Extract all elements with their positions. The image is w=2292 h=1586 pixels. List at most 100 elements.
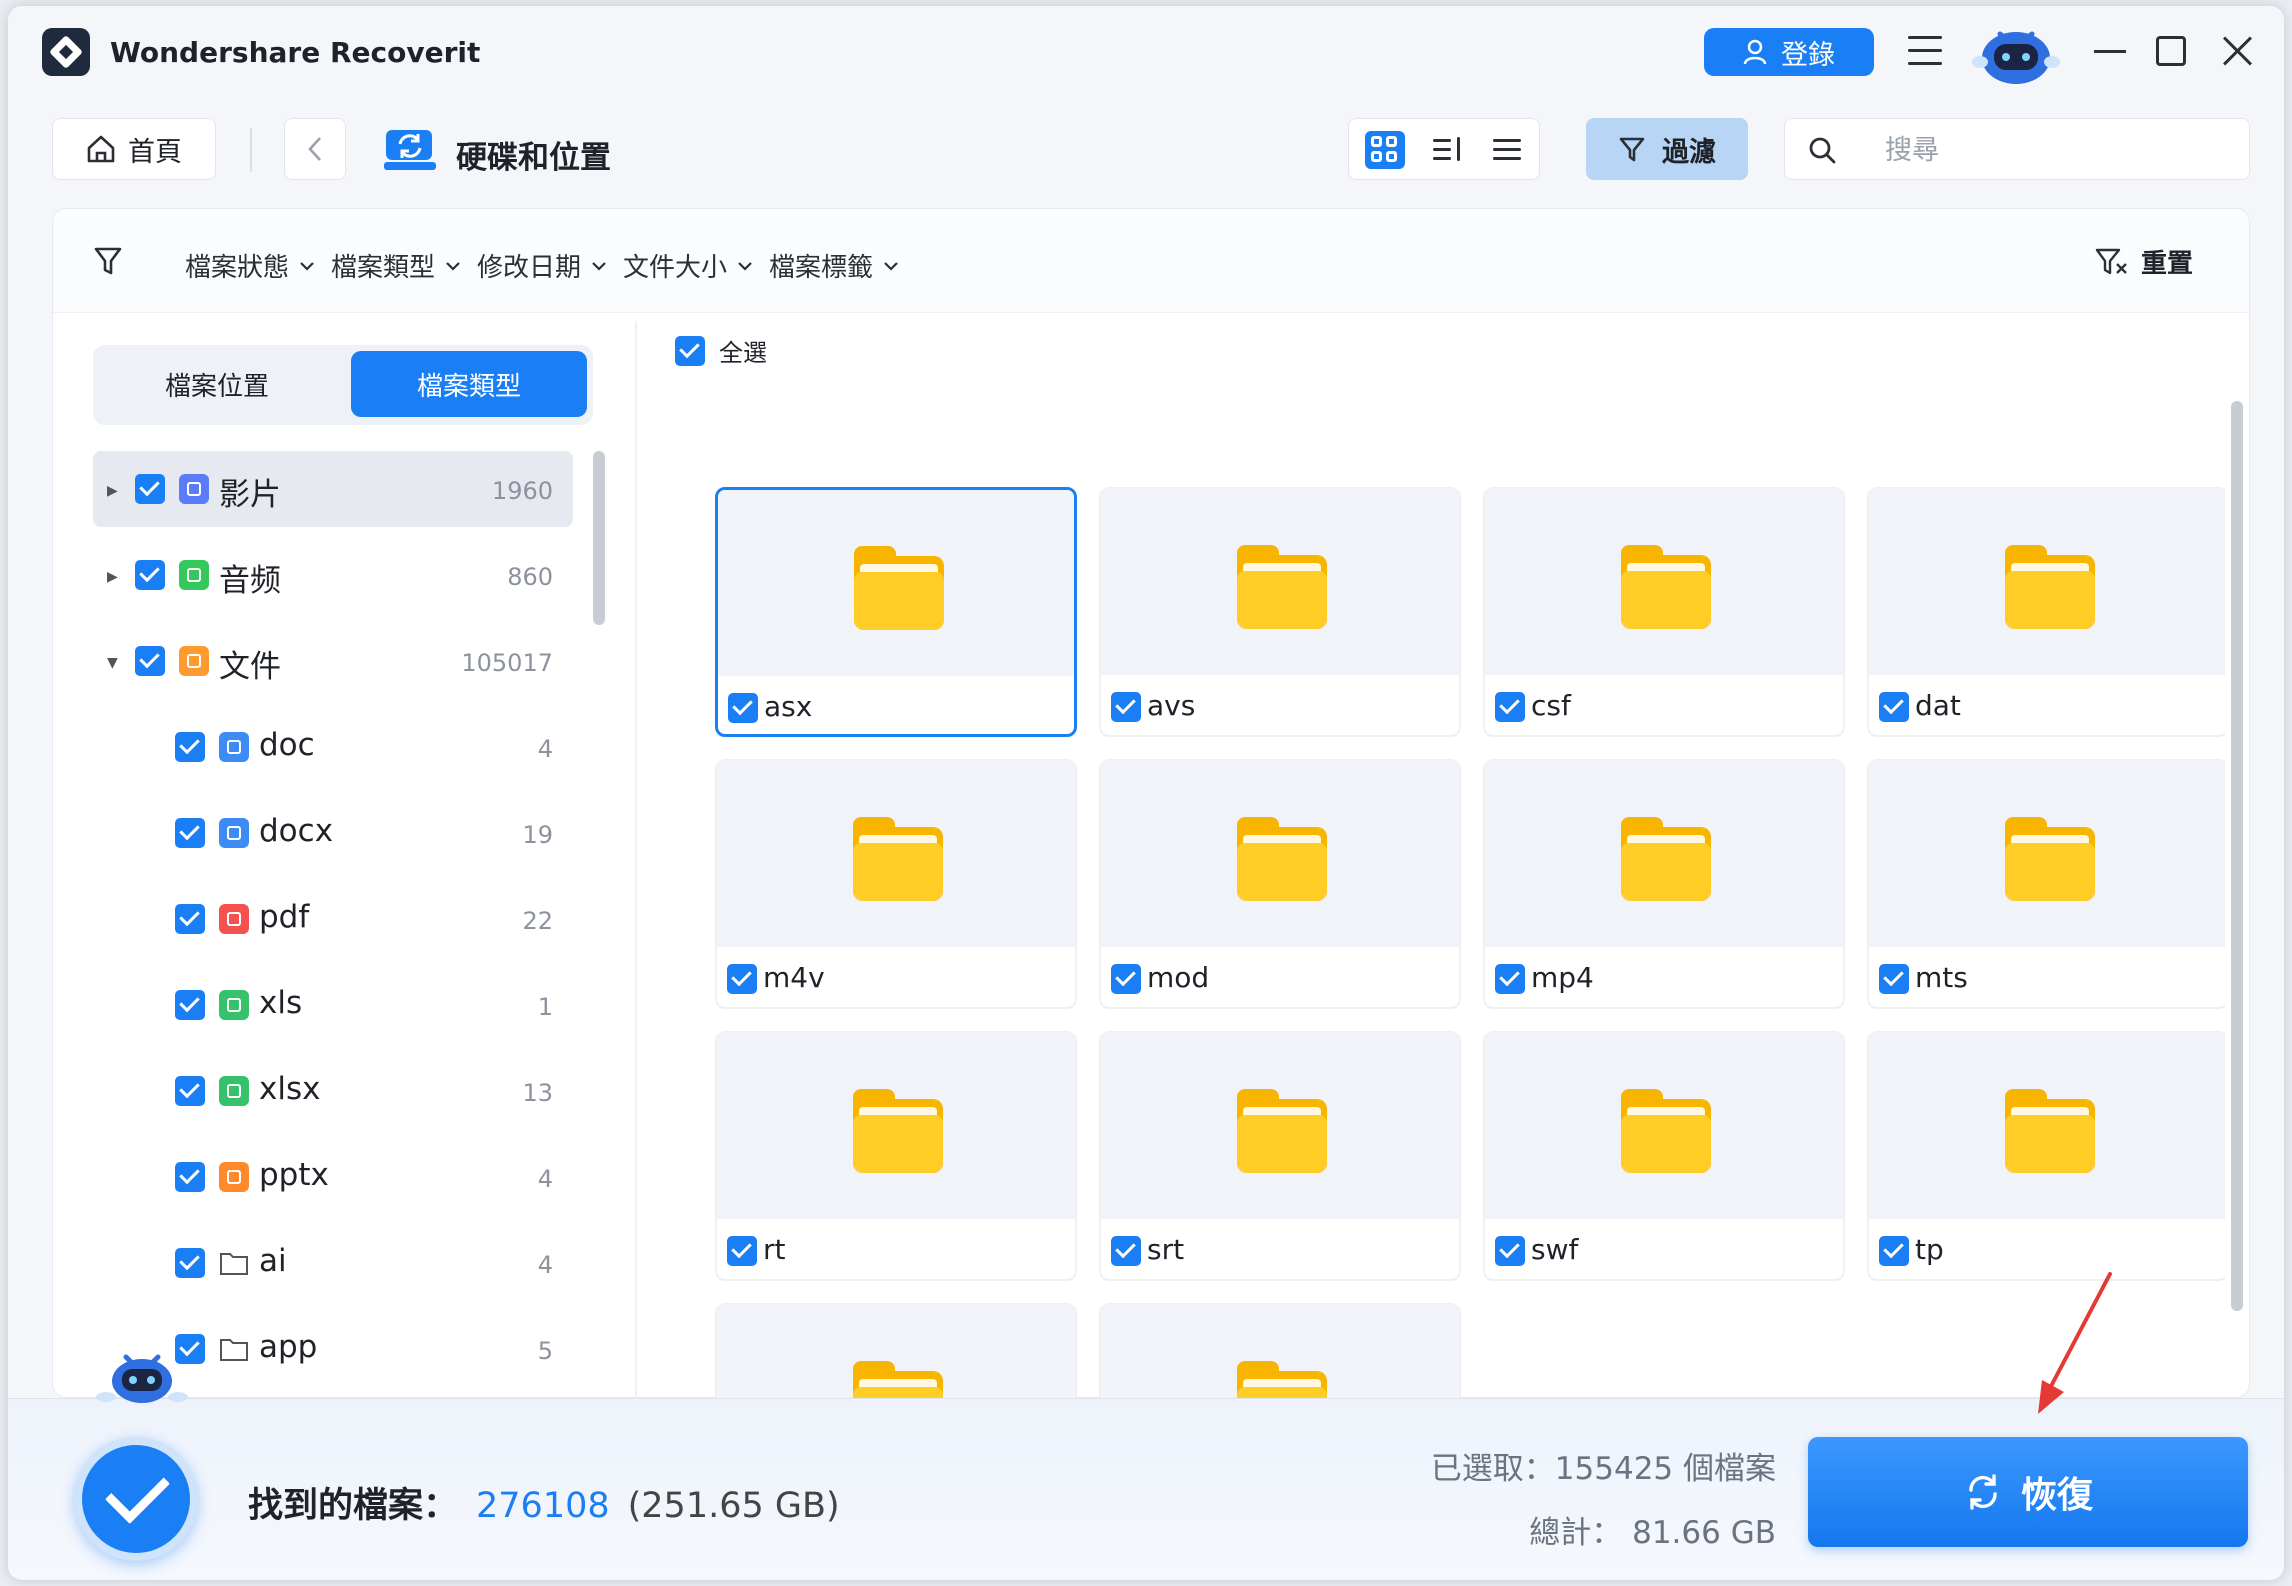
- checkbox-checked[interactable]: [175, 1076, 205, 1106]
- file-type-tile[interactable]: swf: [1483, 1031, 1845, 1281]
- filter-file-type[interactable]: 檔案類型: [331, 247, 461, 284]
- tree-item[interactable]: ai 4: [93, 1225, 573, 1301]
- folder-icon: [1621, 1089, 1711, 1173]
- search-input[interactable]: [1885, 131, 2225, 169]
- caret-right-icon[interactable]: ▶: [107, 569, 118, 585]
- filter-label: 過濾: [1662, 136, 1716, 168]
- tree-item[interactable]: pptx 4: [93, 1139, 573, 1215]
- filter-file-size[interactable]: 文件大小: [623, 247, 753, 284]
- sidebar-scrollbar[interactable]: [593, 451, 605, 625]
- maximize-button[interactable]: [2156, 36, 2186, 66]
- file-type-tile[interactable]: avs: [1099, 487, 1461, 737]
- recover-sync-icon: [1969, 1474, 1997, 1510]
- grid-view-button[interactable]: [1365, 131, 1405, 169]
- page-title: 硬碟和位置: [456, 140, 611, 176]
- file-type-tile[interactable]: csf: [1483, 487, 1845, 737]
- login-label: 登錄: [1781, 39, 1835, 71]
- filter-button[interactable]: 過濾: [1586, 118, 1748, 180]
- checkbox-checked[interactable]: [1111, 964, 1141, 994]
- checkbox-checked[interactable]: [1879, 692, 1909, 722]
- folder-outline-icon: [219, 1248, 249, 1278]
- filter-label: 檔案類型: [331, 253, 436, 283]
- checkbox-checked[interactable]: [1111, 1236, 1141, 1266]
- filter-file-status[interactable]: 檔案狀態: [185, 247, 315, 284]
- grid-scrollbar[interactable]: [2231, 401, 2243, 1311]
- assistant-robot-icon[interactable]: [1964, 18, 2068, 88]
- file-type-tile[interactable]: asx: [715, 487, 1077, 737]
- home-button[interactable]: 首頁: [52, 118, 216, 180]
- app-logo-icon: [42, 28, 90, 76]
- checkbox-checked[interactable]: [135, 560, 165, 590]
- tab-file-location[interactable]: 檔案位置: [99, 351, 335, 417]
- tile-name: srt: [1147, 1233, 1185, 1266]
- document-icon: [179, 646, 209, 676]
- tree-item-label: 影片: [219, 477, 281, 513]
- list-view-button[interactable]: [1493, 135, 1523, 165]
- file-type-tile[interactable]: mod: [1099, 759, 1461, 1009]
- tree-item[interactable]: ▶ 音频 860: [93, 537, 573, 613]
- checkbox-checked[interactable]: [1495, 692, 1525, 722]
- detail-list-view-button[interactable]: [1433, 135, 1463, 165]
- minimize-button[interactable]: [2094, 50, 2126, 53]
- filter-label: 檔案標籤: [769, 253, 874, 283]
- filter-file-tag[interactable]: 檔案標籤: [769, 247, 899, 284]
- tab-file-type[interactable]: 檔案類型: [351, 351, 587, 417]
- reset-filters-button[interactable]: 重置: [2095, 243, 2193, 280]
- file-type-tile[interactable]: m4v: [715, 759, 1077, 1009]
- checkbox-checked[interactable]: [727, 1236, 757, 1266]
- checkbox-checked[interactable]: [1495, 1236, 1525, 1266]
- select-all-checkbox[interactable]: 全選: [675, 333, 767, 368]
- tile-thumbnail: [1101, 1033, 1459, 1219]
- checkbox-checked[interactable]: [675, 335, 705, 366]
- tree-item[interactable]: ▼ 文件 105017: [93, 623, 573, 699]
- tile-footer: dat: [1869, 675, 2225, 735]
- close-button[interactable]: [2218, 32, 2256, 70]
- file-type-tile[interactable]: [715, 1303, 1077, 1399]
- caret-down-icon[interactable]: ▼: [107, 655, 118, 671]
- selected-total-size: 總計： 81.66 GB: [1529, 1515, 1776, 1551]
- recover-button[interactable]: 恢復: [1808, 1437, 2248, 1547]
- home-label: 首頁: [128, 136, 182, 168]
- tree-item[interactable]: doc 4: [93, 709, 573, 785]
- assistant-robot-icon[interactable]: [92, 1347, 192, 1407]
- tree-item[interactable]: pdf 22: [93, 881, 573, 957]
- checkbox-checked[interactable]: [175, 818, 205, 848]
- checkbox-checked[interactable]: [727, 964, 757, 994]
- tree-item[interactable]: docx 19: [93, 795, 573, 871]
- file-type-tile[interactable]: [1099, 1303, 1461, 1399]
- checkbox-checked[interactable]: [175, 904, 205, 934]
- checkbox-checked[interactable]: [1879, 1236, 1909, 1266]
- tree-item[interactable]: xlsx 13: [93, 1053, 573, 1129]
- checkbox-checked[interactable]: [1495, 964, 1525, 994]
- file-grid: asx avs csf dat m4v mod mp4 mts rt srt swf tp: [665, 387, 2225, 1399]
- checkbox-checked[interactable]: [135, 474, 165, 504]
- folder-icon: [2005, 1089, 2095, 1173]
- tree-item[interactable]: ▶ 影片 1960: [93, 451, 573, 527]
- checkbox-checked[interactable]: [175, 732, 205, 762]
- checkbox-checked[interactable]: [175, 1162, 205, 1192]
- checkbox-checked[interactable]: [1111, 692, 1141, 722]
- file-type-tile[interactable]: mts: [1867, 759, 2225, 1009]
- tree-item-label: 音频: [219, 563, 281, 599]
- caret-right-icon[interactable]: ▶: [107, 483, 118, 499]
- tile-footer: rt: [717, 1219, 1075, 1279]
- file-type-tile[interactable]: rt: [715, 1031, 1077, 1281]
- menu-icon[interactable]: [1908, 36, 1942, 68]
- view-mode-switcher: [1348, 118, 1540, 180]
- checkbox-checked[interactable]: [175, 1248, 205, 1278]
- checkbox-checked[interactable]: [1879, 964, 1909, 994]
- checkbox-checked[interactable]: [175, 990, 205, 1020]
- folder-icon: [1237, 817, 1327, 901]
- file-type-tile[interactable]: dat: [1867, 487, 2225, 737]
- checkbox-checked[interactable]: [728, 693, 758, 723]
- tile-name: m4v: [763, 961, 825, 994]
- filter-modified-date[interactable]: 修改日期: [477, 247, 607, 284]
- file-type-tile[interactable]: mp4: [1483, 759, 1845, 1009]
- file-type-tile[interactable]: tp: [1867, 1031, 2225, 1281]
- tree-item[interactable]: xls 1: [93, 967, 573, 1043]
- login-button[interactable]: 登錄: [1704, 28, 1874, 76]
- file-type-tile[interactable]: srt: [1099, 1031, 1461, 1281]
- checkbox-checked[interactable]: [135, 646, 165, 676]
- found-count: 276108: [476, 1486, 610, 1526]
- back-button[interactable]: [284, 118, 346, 180]
